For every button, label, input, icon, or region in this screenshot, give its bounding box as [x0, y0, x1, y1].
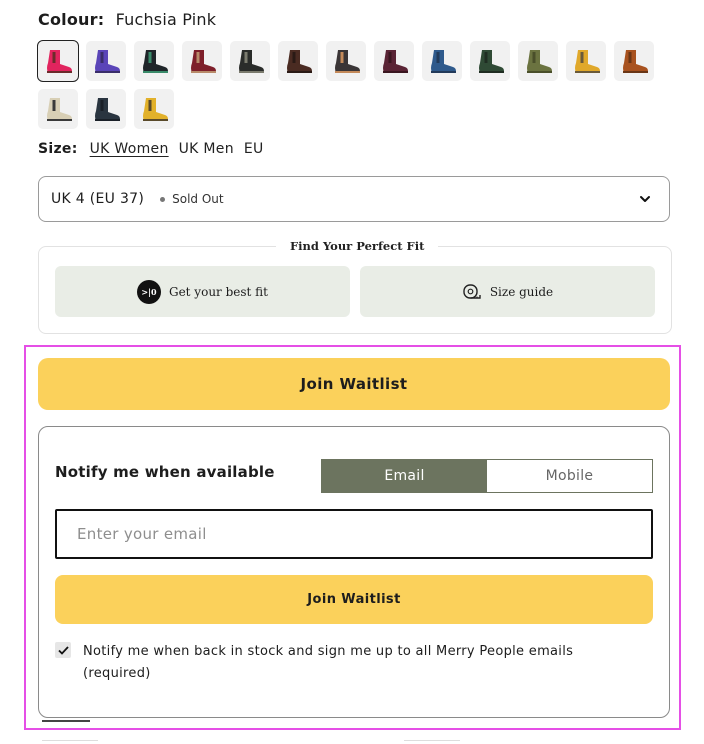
partial-divider-right — [404, 740, 460, 744]
toggle-email[interactable]: Email — [322, 460, 487, 492]
colour-swatch[interactable] — [86, 89, 126, 129]
colour-swatch[interactable] — [278, 41, 318, 81]
boot-icon — [383, 50, 408, 73]
boot-icon — [239, 50, 264, 73]
email-input[interactable] — [55, 509, 653, 559]
boot-icon — [575, 50, 600, 73]
checkmark-icon — [57, 645, 69, 655]
size-select-value: UK 4 (EU 37) — [51, 191, 145, 207]
boot-icon — [47, 98, 72, 121]
boot-icon — [191, 50, 216, 73]
colour-swatch[interactable] — [37, 40, 79, 82]
colour-swatch[interactable] — [38, 89, 78, 129]
colour-swatch[interactable] — [326, 41, 366, 81]
fit-finder-icon: >|0 — [136, 279, 161, 304]
colour-heading: Colour: Fuchsia Pink — [38, 10, 216, 29]
size-guide-label: Size guide — [489, 284, 554, 299]
size-select[interactable]: UK 4 (EU 37) Sold Out — [38, 176, 670, 222]
boot-icon — [287, 50, 312, 73]
boot-icon — [335, 50, 360, 73]
submit-waitlist-button[interactable]: Join Waitlist — [55, 575, 653, 624]
consent-checkbox[interactable] — [55, 642, 71, 658]
contact-method-toggle: Email Mobile — [321, 459, 653, 493]
boot-icon — [143, 50, 168, 73]
colour-swatch[interactable] — [134, 89, 174, 129]
notify-title: Notify me when available — [55, 463, 275, 481]
size-options: Size: UK Women UK Men EU — [38, 141, 264, 157]
partial-divider-left — [42, 740, 98, 744]
boot-icon — [95, 98, 120, 121]
colour-swatch[interactable] — [566, 41, 606, 81]
colour-swatch[interactable] — [374, 41, 414, 81]
colour-swatch[interactable] — [134, 41, 174, 81]
status-dot — [160, 196, 166, 202]
boot-icon — [143, 98, 168, 121]
colour-label: Colour: — [38, 10, 105, 29]
colour-swatch[interactable] — [470, 41, 510, 81]
chevron-down-icon — [640, 196, 650, 202]
join-waitlist-button[interactable]: Join Waitlist — [38, 358, 670, 410]
fit-title: Find Your Perfect Fit — [276, 239, 439, 253]
boot-icon — [47, 50, 72, 73]
measuring-tape-icon — [463, 283, 481, 299]
size-label: Size: — [38, 141, 78, 157]
boot-icon — [95, 50, 120, 73]
size-guide-button[interactable]: Size guide — [360, 266, 655, 317]
best-fit-label: Get your best fit — [168, 284, 268, 299]
boot-icon — [527, 50, 552, 73]
colour-swatch[interactable] — [614, 41, 654, 81]
colour-swatch[interactable] — [230, 41, 270, 81]
best-fit-button[interactable]: >|0 Get your best fit — [55, 266, 350, 317]
boot-icon — [623, 50, 648, 73]
colour-selected-name: Fuchsia Pink — [115, 10, 217, 29]
partial-text-below — [42, 718, 90, 722]
colour-swatch[interactable] — [518, 41, 558, 81]
toggle-mobile[interactable]: Mobile — [487, 460, 652, 492]
colour-swatch[interactable] — [422, 41, 462, 81]
boot-icon — [479, 50, 504, 73]
colour-swatch[interactable] — [182, 41, 222, 81]
boot-icon — [431, 50, 456, 73]
sold-out-status: Sold Out — [172, 192, 224, 206]
size-option-uk-women[interactable]: UK Women — [90, 141, 169, 157]
size-option-uk-men[interactable]: UK Men — [179, 141, 234, 157]
colour-swatch[interactable] — [86, 41, 126, 81]
consent-label: Notify me when back in stock and sign me… — [83, 644, 574, 681]
size-option-eu[interactable]: EU — [244, 141, 264, 157]
